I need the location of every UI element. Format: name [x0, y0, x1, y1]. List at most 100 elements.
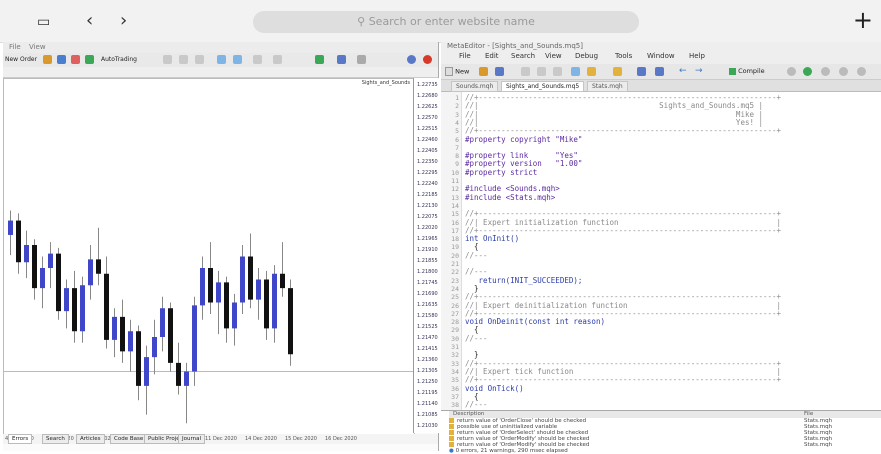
navigator-icon[interactable]: [571, 67, 580, 76]
toolbox-icon[interactable]: [587, 67, 596, 76]
address-placeholder: Search or enter website name: [368, 15, 535, 28]
compile-button[interactable]: Compile: [729, 67, 765, 75]
menu-file[interactable]: File: [459, 52, 471, 60]
debug-stop-icon[interactable]: [787, 67, 796, 76]
grid-icon[interactable]: [253, 55, 262, 64]
error-panel-header: Description File: [449, 411, 881, 418]
menu-view[interactable]: View: [545, 52, 562, 60]
terminal-window: File View New Order AutoTrading Sights_a…: [3, 42, 439, 451]
stop-debug-icon[interactable]: [839, 67, 848, 76]
toolbox-tab[interactable]: Journal: [178, 434, 206, 444]
shift-icon[interactable]: [273, 55, 282, 64]
line-number: 20: [451, 251, 459, 260]
menu-window[interactable]: Window: [647, 52, 675, 60]
chart-icon[interactable]: [57, 55, 66, 64]
terminal-menu-file[interactable]: File: [9, 43, 21, 51]
line-number: 19: [451, 243, 459, 252]
candle-body: [48, 253, 53, 268]
price-tick-label: 1.21635: [417, 302, 438, 308]
line-number: 4: [455, 118, 459, 127]
zoom-out-icon[interactable]: [233, 55, 242, 64]
copy-icon[interactable]: [537, 67, 546, 76]
toolbox-tab[interactable]: Code Base: [110, 434, 148, 444]
new-file-button[interactable]: New: [445, 67, 469, 76]
templates-icon[interactable]: [357, 55, 366, 64]
alert-icon[interactable]: [423, 55, 432, 64]
candle-body: [216, 282, 221, 303]
compile-icon: [729, 67, 736, 75]
line-number: 6: [455, 135, 459, 144]
line-icon[interactable]: [195, 55, 204, 64]
open-icon[interactable]: [479, 67, 488, 76]
periods-icon[interactable]: [337, 55, 346, 64]
toolbox-tab[interactable]: Articles: [76, 434, 105, 444]
price-tick-label: 1.21525: [417, 324, 438, 330]
line-number: 31: [451, 343, 459, 351]
menu-help[interactable]: Help: [689, 52, 705, 60]
save-icon[interactable]: [495, 67, 504, 76]
line-number: 28: [451, 318, 459, 327]
candle-body: [248, 256, 253, 300]
code-editor[interactable]: 1 2 3 4 5 6 7 8 9 10 11 12 13 14 15 16 17 18 19 20 21 22 23 24 2…: [441, 92, 881, 410]
new-file-icon: [445, 67, 453, 76]
indicators-icon[interactable]: [315, 55, 324, 64]
paste-icon[interactable]: [553, 67, 562, 76]
price-chart[interactable]: Sights_and_Sounds: [3, 78, 415, 435]
code-line: void OnDeinit(const int reason): [465, 317, 605, 327]
candles-icon[interactable]: [179, 55, 188, 64]
new-tab-button[interactable]: +: [853, 8, 873, 32]
warning-icon: [449, 430, 454, 435]
line-number: 22: [451, 268, 459, 277]
line-number: 12: [451, 185, 459, 194]
search-icon-terminal[interactable]: [407, 55, 416, 64]
back-button[interactable]: ‹: [86, 12, 93, 30]
stop-icon[interactable]: [71, 55, 80, 64]
candle-body: [168, 308, 173, 363]
play-icon[interactable]: [85, 55, 94, 64]
autotrading-button[interactable]: AutoTrading: [101, 56, 137, 63]
price-tick-label: 1.22570: [417, 115, 438, 121]
zoom-in-icon[interactable]: [217, 55, 226, 64]
line-number: 37: [451, 392, 459, 401]
toolbox-tab[interactable]: Search: [42, 434, 69, 444]
menu-search[interactable]: Search: [511, 52, 535, 60]
forward-arrow-icon[interactable]: →: [695, 66, 703, 76]
line-number: 1: [455, 94, 459, 102]
price-tick-label: 1.21305: [417, 368, 438, 374]
forward-button[interactable]: ›: [120, 12, 127, 30]
search-icon: ⚲: [357, 15, 369, 28]
profile-icon[interactable]: [857, 67, 866, 76]
editor-window: MetaEditor - [Sights_and_Sounds.mq5] Fil…: [441, 42, 881, 454]
code-line: //---: [465, 400, 488, 410]
drawing-toolbar: [3, 67, 438, 78]
new-order-button[interactable]: New Order: [5, 56, 37, 63]
undo-icon[interactable]: [637, 67, 646, 76]
tab-sights-and-sounds[interactable]: Sights_and_Sounds.mq5: [501, 81, 585, 92]
price-tick-label: 1.21800: [417, 269, 438, 275]
folder-icon[interactable]: [43, 55, 52, 64]
address-bar[interactable]: ⚲ Search or enter website name: [253, 11, 639, 33]
tab-stats[interactable]: Stats.mqh: [587, 81, 628, 92]
back-arrow-icon[interactable]: ←: [679, 66, 687, 76]
candle-body: [40, 268, 45, 289]
menu-edit[interactable]: Edit: [485, 52, 499, 60]
candle-body: [160, 308, 165, 337]
line-number-gutter: 1 2 3 4 5 6 7 8 9 10 11 12 13 14 15 16 17 18 19 20 21 22 23 24 2…: [441, 92, 462, 410]
candle-body: [120, 316, 125, 352]
start-debug-icon[interactable]: [803, 67, 812, 76]
toolbox-tab[interactable]: Errors: [8, 434, 33, 444]
pause-icon[interactable]: [821, 67, 830, 76]
styler-icon[interactable]: [613, 67, 622, 76]
redo-icon[interactable]: [655, 67, 664, 76]
bars-icon[interactable]: [163, 55, 172, 64]
tab-sounds[interactable]: Sounds.mqh: [451, 81, 499, 92]
editor-toolbar: New ← → Compile: [441, 64, 881, 80]
menu-debug[interactable]: Debug: [575, 52, 598, 60]
line-number: 35: [451, 376, 459, 385]
menu-tools[interactable]: Tools: [615, 52, 632, 60]
cut-icon[interactable]: [521, 67, 530, 76]
price-tick-label: 1.22460: [417, 137, 438, 143]
terminal-toolbar: New Order AutoTrading: [3, 53, 438, 68]
sidebar-toggle-icon[interactable]: ▭: [37, 13, 50, 31]
terminal-menu-view[interactable]: View: [29, 43, 46, 51]
